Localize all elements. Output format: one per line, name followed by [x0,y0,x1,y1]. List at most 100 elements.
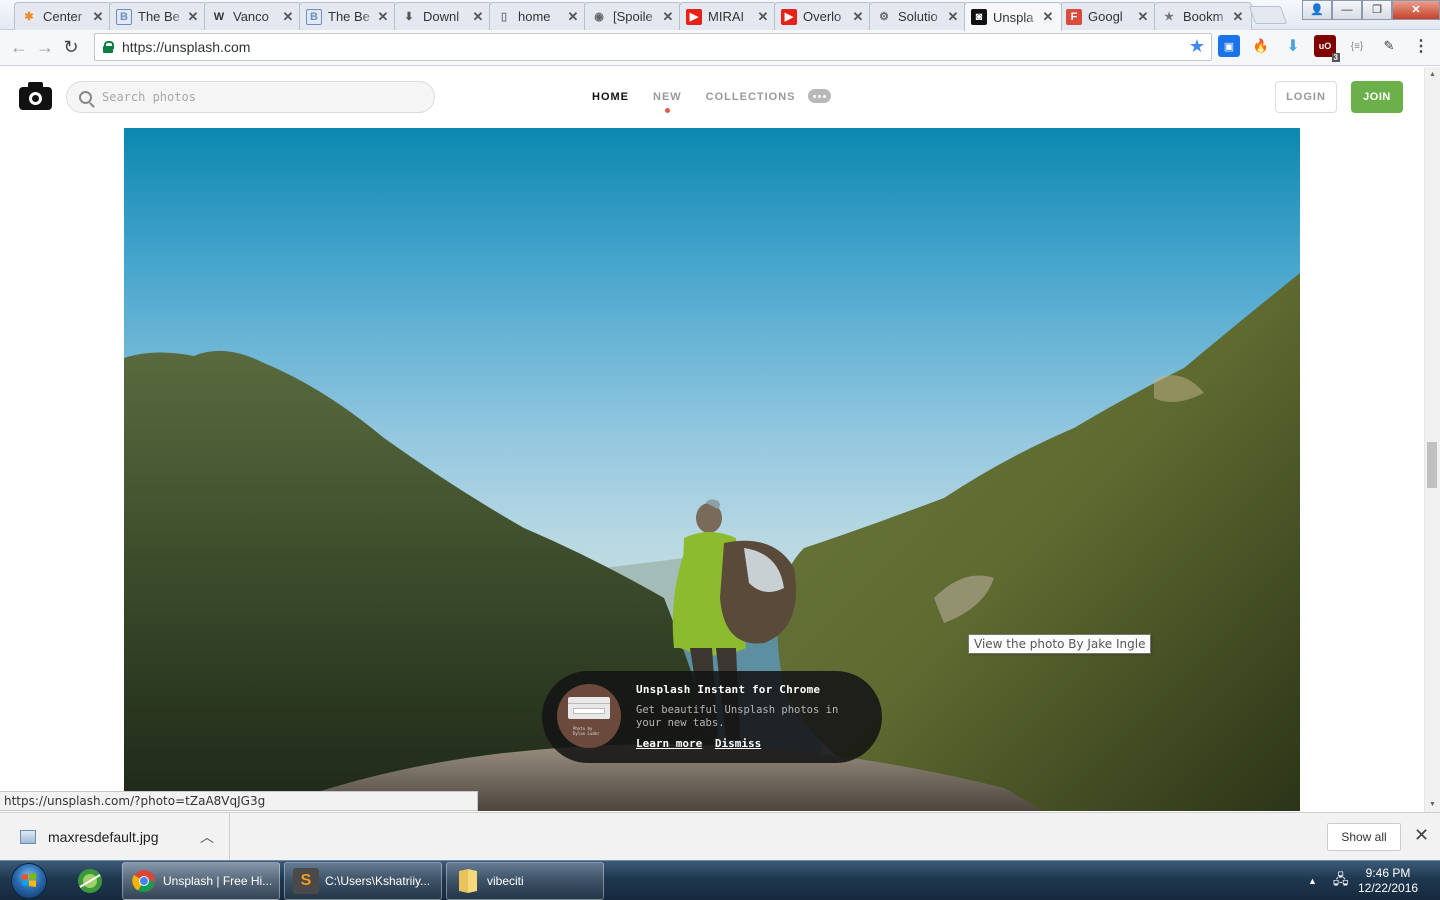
tools-icon[interactable]: ✎ [1378,35,1400,57]
tab-close-icon[interactable]: ✕ [946,9,960,25]
browser-tab-title: Unspla [993,9,1034,25]
nav-new[interactable]: NEW [653,91,682,113]
folder-icon [455,868,481,894]
down-arrow-icon[interactable]: ⬇ [1282,35,1304,57]
browser-tab[interactable]: ★ Bookm ✕ [1154,2,1252,30]
browser-tab[interactable]: ▶ MIRAI ✕ [679,2,777,30]
reload-button[interactable]: ↻ [58,35,84,61]
download-item[interactable]: maxresdefault.jpg ︿ [0,813,230,861]
download-icon: ⬇ [404,11,414,23]
main-nav: HOME NEW COLLECTIONS [592,91,820,113]
star-icon: ★ [1164,11,1174,23]
blogger-b-icon: B [116,8,132,25]
promo-title: Unsplash Instant for Chrome [636,683,821,696]
close-icon[interactable]: ✕ [1414,825,1429,846]
search-input[interactable] [102,90,402,104]
promo-thumb-caption-2: Dylan Luder [573,731,600,736]
browser-tab[interactable]: ✱ Center ✕ [14,2,112,30]
chrome-extension-promo: Photo by Dylan Luder Unsplash Instant for… [542,671,882,763]
forward-button[interactable]: → [32,35,58,61]
reddit-icon: ◉ [594,11,604,23]
tab-close-icon[interactable]: ✕ [1231,9,1245,25]
maximize-button[interactable]: ❐ [1362,0,1392,20]
nav-home[interactable]: HOME [592,91,629,103]
scroll-up-arrow-icon[interactable]: ▲ [1429,71,1436,78]
clock-date: 12/22/2016 [1358,881,1419,895]
nav-new-label: NEW [653,91,682,103]
blogger-b-icon: B [306,8,322,25]
browser-tab[interactable]: ◉ [Spoile ✕ [584,2,682,30]
tab-close-icon[interactable]: ✕ [756,9,770,25]
tab-close-icon[interactable]: ✕ [91,9,105,25]
browser-tab[interactable]: F Googl ✕ [1059,2,1157,30]
image-file-icon [20,830,36,844]
tab-close-icon[interactable]: ✕ [1136,9,1150,25]
user-profile-button[interactable]: 👤 [1302,0,1332,20]
tab-close-icon[interactable]: ✕ [1041,9,1055,25]
browser-tab[interactable]: W Vanco ✕ [204,2,302,30]
browser-tab-title: The Be [328,9,370,24]
url-text[interactable]: https://unsplash.com [122,39,250,55]
system-clock[interactable]: 9:46 PM 12/22/2016 [1358,866,1418,896]
browser-tab[interactable]: B The Be ✕ [299,2,397,30]
fire-icon[interactable]: 🔥 [1250,35,1272,57]
taskbar-sublime-label: C:\Users\Kshatriiy... [325,874,431,888]
taskbar-chrome-button[interactable]: Unsplash | Free Hi... [122,862,280,900]
browser-toolbar: ← → ↻ https://unsplash.com ★ ▣ 🔥 ⬇ uO 3 {… [0,30,1440,66]
back-button[interactable]: ← [6,35,32,61]
nav-collections[interactable]: COLLECTIONS [706,91,796,103]
browser-tab[interactable]: B The Be ✕ [109,2,207,30]
join-button[interactable]: JOIN [1351,81,1403,113]
address-bar[interactable]: https://unsplash.com ★ [94,33,1212,61]
photo-tooltip: View the photo By Jake Ingle [968,634,1152,654]
window-close-button[interactable]: ✕ [1392,0,1440,20]
new-tab-button[interactable] [1248,6,1288,24]
more-options-icon[interactable] [808,89,831,103]
start-button[interactable] [4,861,54,900]
tab-close-icon[interactable]: ✕ [281,9,295,25]
hero-photo[interactable]: Photo by Dylan Luder Unsplash Instant for… [124,128,1300,811]
browser-tab-title: home [518,9,551,24]
learn-more-link[interactable]: Learn more [636,737,702,750]
taskbar-folder-button[interactable]: vibeciti [446,862,604,900]
browser-tab-title: Downl [423,9,460,24]
tab-close-icon[interactable]: ✕ [471,9,485,25]
show-hidden-icons-icon[interactable]: ▲ [1308,876,1317,886]
browser-tab[interactable]: ▯ home ✕ [489,2,587,30]
pinned-app-icon[interactable] [72,863,108,899]
chevron-up-icon[interactable]: ︿ [200,827,214,847]
chrome-icon [131,868,157,894]
dismiss-link[interactable]: Dismiss [715,737,761,750]
scroll-down-arrow-icon[interactable]: ▼ [1429,801,1436,808]
show-all-button[interactable]: Show all [1327,823,1401,851]
tab-close-icon[interactable]: ✕ [851,9,865,25]
browser-tab[interactable]: ▶ Overlo ✕ [774,2,872,30]
clock-time: 9:46 PM [1365,866,1411,880]
screen-icon[interactable]: ▣ [1218,35,1240,57]
windows-flag-icon [22,873,36,887]
tab-close-icon[interactable]: ✕ [661,9,675,25]
page-scrollbar[interactable]: ▲ ▼ [1424,67,1440,812]
ublock-icon[interactable]: uO 3 [1314,35,1340,62]
scrollbar-thumb[interactable] [1427,442,1437,488]
browser-tab[interactable]: ⬇ Downl ✕ [394,2,492,30]
gear-icon: ⚙ [879,11,889,23]
browser-tab[interactable]: ⚙ Solutio ✕ [869,2,967,30]
taskbar-sublime-button[interactable]: S C:\Users\Kshatriiy... [284,862,442,900]
unsplash-logo-camera-icon[interactable] [19,82,52,110]
w-icon: W [213,10,225,23]
promo-text: Get beautiful Unsplash photos in your ne… [636,704,839,729]
json-icon[interactable]: {≡} [1346,35,1368,57]
system-tray: ▲ 🖧 [1300,861,1349,900]
menu-icon[interactable]: ⋮ [1410,35,1432,57]
tab-close-icon[interactable]: ✕ [186,9,200,25]
bookmark-star-icon[interactable]: ★ [1189,36,1205,57]
network-error-icon[interactable]: 🖧 [1333,869,1349,893]
browser-tab[interactable]: ◙ Unspla ✕ [964,2,1062,31]
tab-close-icon[interactable]: ✕ [566,9,580,25]
browser-tab-title: Solutio [898,9,938,24]
search-bar[interactable] [66,81,435,113]
minimize-button[interactable]: — [1332,0,1362,20]
login-button[interactable]: LOGIN [1275,81,1337,113]
tab-close-icon[interactable]: ✕ [376,9,390,25]
